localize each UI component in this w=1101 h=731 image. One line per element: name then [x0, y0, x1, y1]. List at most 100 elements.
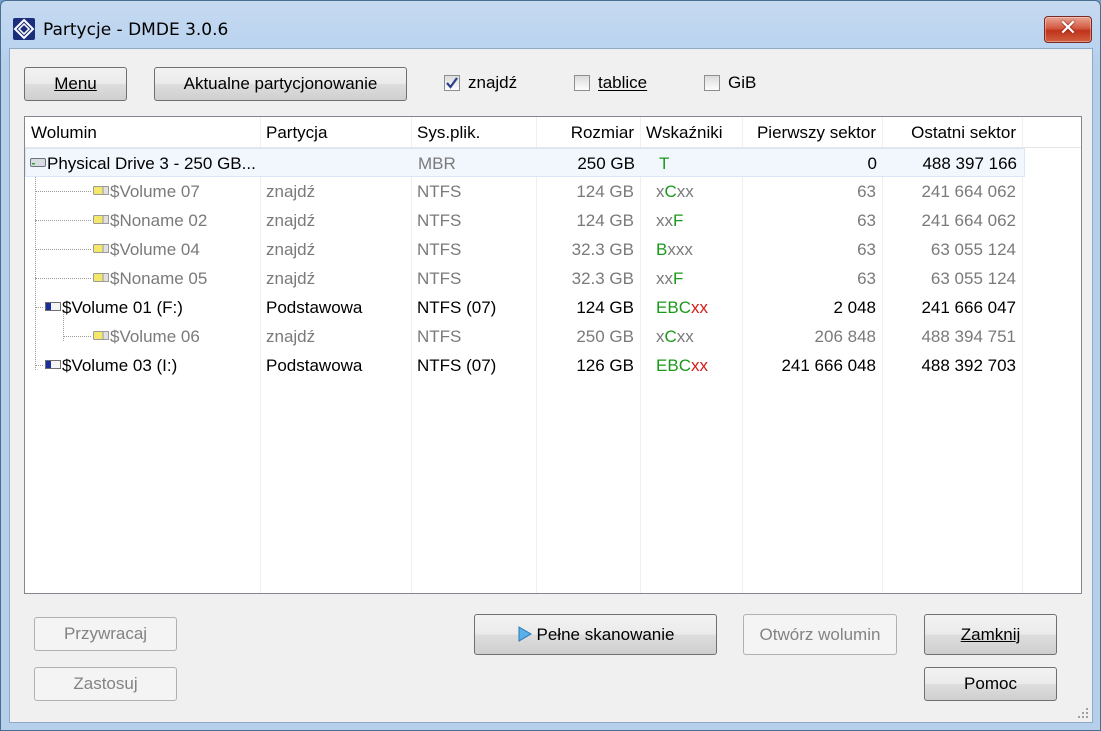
gib-checkbox-box[interactable]: [704, 75, 720, 91]
cell-first-sector: 0: [867, 154, 877, 173]
cell-partition: znajdź: [266, 269, 316, 288]
cell-last-sector: 63 055 124: [930, 240, 1016, 259]
header-last-sector[interactable]: Ostatni sektor: [882, 117, 1022, 147]
cell-partition: znajdź: [266, 327, 316, 346]
close-button-label: Zamknij: [960, 625, 1021, 644]
cell-size: 124 GB: [576, 298, 634, 317]
table-row[interactable]: $Volume 01 (F:) Podstawowa NTFS (07) 124 GB…: [25, 293, 1025, 322]
volume-name: $Volume 07: [110, 182, 200, 201]
volume-name: Physical Drive 3 - 250 GB...: [47, 154, 256, 173]
hard-drive-icon: [30, 158, 46, 168]
header-partition[interactable]: Partycja: [260, 117, 411, 147]
cell-size: 124 GB: [576, 211, 634, 230]
tables-checkbox-box[interactable]: [574, 75, 590, 91]
volume-name: $Volume 03 (I:): [62, 356, 178, 375]
cell-filesystem: NTFS (07): [417, 298, 497, 317]
tree-connector: [63, 336, 91, 337]
cell-volume: $Volume 01 (F:): [25, 293, 260, 322]
table-row[interactable]: Physical Drive 3 - 250 GB... MBR 250 GB T 0 4…: [25, 148, 1025, 177]
volume-name: $Volume 01 (F:): [62, 298, 183, 317]
cell-partition: znajdź: [266, 182, 316, 201]
cell-last-sector: 241 664 062: [921, 182, 1016, 201]
cell-volume: Physical Drive 3 - 250 GB...: [26, 149, 261, 178]
full-scan-label: Pełne skanowanie: [536, 625, 675, 644]
found-volume-icon: [93, 244, 109, 254]
cell-last-sector: 488 392 703: [921, 356, 1016, 375]
tree-connector: [35, 220, 91, 221]
full-scan-button[interactable]: Pełne skanowanie: [474, 614, 717, 655]
table-row[interactable]: $Noname 02 znajdź NTFS 124 GB xxF 63 241 664 0…: [25, 206, 1025, 235]
cell-size: 124 GB: [576, 182, 634, 201]
cell-last-sector: 488 394 751: [921, 327, 1016, 346]
cell-first-sector: 63: [857, 182, 876, 201]
cell-partition: Podstawowa: [266, 356, 363, 375]
header-size[interactable]: Rozmiar: [536, 117, 640, 147]
table-row[interactable]: $Volume 07 znajdź NTFS 124 GB xCxx 63 241 664 …: [25, 177, 1025, 206]
close-window-button[interactable]: ✕: [1044, 16, 1092, 43]
help-button[interactable]: Pomoc: [924, 667, 1057, 701]
cell-flags: Bxxx: [656, 240, 693, 259]
menu-button[interactable]: Menu: [24, 67, 127, 101]
apply-button[interactable]: Zastosuj: [34, 667, 177, 701]
cell-flags: xCxx: [656, 182, 694, 201]
cell-first-sector: 63: [857, 240, 876, 259]
dmde-app-icon: [13, 18, 35, 40]
header-first-sector[interactable]: Pierwszy sektor: [742, 117, 882, 147]
cell-filesystem: MBR: [418, 154, 456, 173]
menu-button-label: Menu: [54, 74, 97, 93]
found-volume-icon: [93, 273, 109, 283]
found-volume-icon: [93, 331, 109, 341]
partitions-window: Partycje - DMDE 3.0.6 ✕ Menu Aktualne pa…: [0, 0, 1101, 731]
find-checkbox-box[interactable]: [444, 75, 460, 91]
cell-size: 32.3 GB: [571, 269, 634, 288]
tree-connector: [35, 278, 91, 279]
window-title: Partycje - DMDE 3.0.6: [43, 20, 229, 40]
cell-filesystem: NTFS: [417, 327, 462, 346]
table-row[interactable]: $Volume 06 znajdź NTFS 250 GB xCxx 206 848 488…: [25, 322, 1025, 351]
header-flags[interactable]: Wskaźniki: [640, 117, 742, 147]
table-row[interactable]: $Volume 03 (I:) Podstawowa NTFS (07) 126 GB…: [25, 351, 1025, 380]
header-filesystem[interactable]: Sys.plik.: [411, 117, 536, 147]
resize-grip-icon[interactable]: [1077, 707, 1089, 719]
tree-connector: [35, 365, 43, 366]
cell-first-sector: 63: [857, 269, 876, 288]
find-checkbox-label: znajdź: [468, 73, 518, 92]
cell-volume: $Volume 06: [25, 322, 260, 351]
cell-flags: EBCxx: [656, 298, 708, 317]
cell-partition: [261, 149, 412, 178]
cell-last-sector: 241 666 047: [921, 298, 1016, 317]
cell-filesystem: NTFS: [417, 240, 462, 259]
cell-last-sector: 241 664 062: [921, 211, 1016, 230]
tree-connector: [35, 191, 91, 192]
cell-first-sector: 241 666 048: [781, 356, 876, 375]
cell-filesystem: NTFS (07): [417, 356, 497, 375]
header-volume[interactable]: Wolumin: [25, 117, 260, 147]
cell-last-sector: 63 055 124: [930, 269, 1016, 288]
current-partitioning-button[interactable]: Aktualne partycjonowanie: [154, 67, 407, 101]
volume-name: $Volume 06: [110, 327, 200, 346]
close-icon: ✕: [1058, 16, 1078, 41]
open-volume-button[interactable]: Otwórz wolumin: [743, 614, 897, 655]
cell-size: 250 GB: [576, 327, 634, 346]
restore-button[interactable]: Przywracaj: [34, 617, 177, 651]
cell-partition: znajdź: [266, 211, 316, 230]
cell-first-sector: 206 848: [814, 327, 876, 346]
table-row[interactable]: $Noname 05 znajdź NTFS 32.3 GB xxF 63 63 055 1…: [25, 264, 1025, 293]
cell-flags: xxF: [656, 269, 684, 288]
close-button[interactable]: Zamknij: [924, 614, 1057, 655]
found-volume-icon: [93, 215, 109, 225]
play-icon: [518, 626, 532, 642]
cell-size: 250 GB: [577, 154, 635, 173]
cell-first-sector: 2 048: [833, 298, 876, 317]
cell-flags: EBCxx: [656, 356, 708, 375]
cell-partition: Podstawowa: [266, 298, 363, 317]
table-row[interactable]: $Volume 04 znajdź NTFS 32.3 GB Bxxx 63 63 055 …: [25, 235, 1025, 264]
partition-list[interactable]: Wolumin Partycja Sys.plik. Rozmiar Wskaź…: [24, 116, 1082, 594]
cell-flags: T: [659, 154, 670, 173]
cell-first-sector: 63: [857, 211, 876, 230]
checkmark-icon: [446, 77, 458, 89]
cell-last-sector: 488 397 166: [922, 154, 1017, 173]
cell-flags: xCxx: [656, 327, 694, 346]
volume-name: $Noname 02: [110, 211, 208, 230]
volume-name: $Noname 05: [110, 269, 208, 288]
